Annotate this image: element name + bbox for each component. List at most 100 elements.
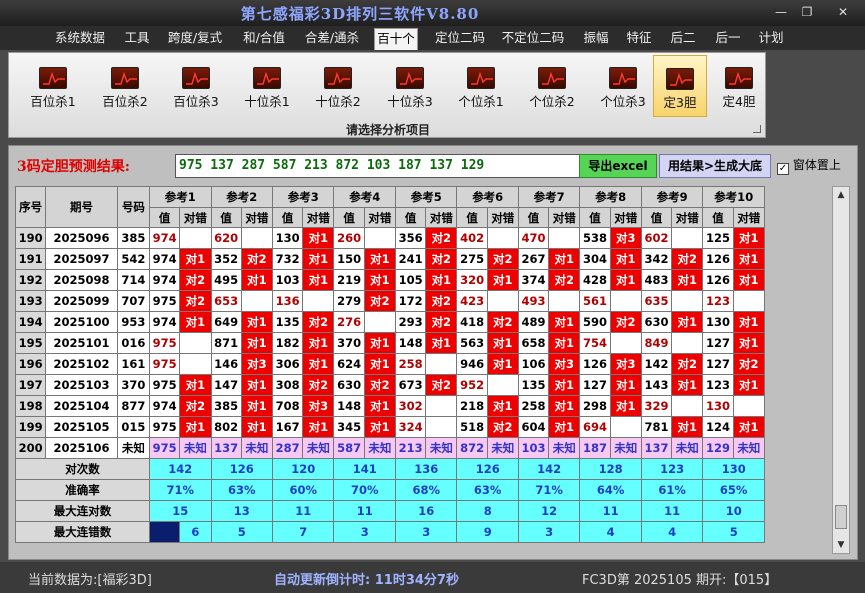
header-ref[interactable]: 参考5 — [394, 186, 458, 208]
scroll-thumb[interactable] — [835, 505, 847, 529]
pending-row[interactable]: 200 2025106 未知 975 未知 137 未知 287 未知 587 未知 213 未知 872… — [14, 437, 766, 459]
menu-item[interactable]: 百十个 — [374, 28, 418, 50]
header-ref[interactable]: 参考7 — [517, 186, 581, 208]
stats-row: 最大连对数 15 13 11 11 16 8 12 11 11 10 — [14, 500, 765, 522]
ref-hit-cell: 对1 — [363, 269, 396, 291]
result-field[interactable]: 975 137 287 587 213 872 103 187 137 129 — [175, 154, 585, 178]
menu-item[interactable]: 合差/通杀 — [302, 28, 362, 50]
ref-value-cell: 658 — [517, 332, 550, 354]
ribbon-button[interactable]: 十位杀2 — [306, 55, 370, 117]
ref-hit-cell — [671, 290, 704, 312]
row-period: 2025096 — [45, 227, 118, 249]
ref-value-cell: 324 — [394, 416, 427, 438]
table-row[interactable]: 195 2025101 016 975 871 对1 182 对1 370 对1 148 对1 563 对… — [14, 332, 766, 354]
stats-row: 准确率 71% 63% 60% 70% 68% 63% 71% 64% 61% 65% — [14, 479, 765, 501]
ref-value-cell: 849 — [640, 332, 673, 354]
header-ref[interactable]: 参考2 — [210, 186, 274, 208]
header-ref[interactable]: 参考8 — [579, 186, 642, 208]
table-row[interactable]: 198 2025104 877 974 对2 385 对1 708 对3 148 对1 302 218 对… — [14, 395, 766, 417]
ref-hit-cell: 对2 — [425, 290, 458, 312]
ref-value-cell: 306 — [271, 353, 304, 375]
ref-hit-cell: 对2 — [671, 248, 704, 270]
scroll-up-icon[interactable]: ▲ — [833, 187, 849, 203]
subheader-value: 值 — [149, 207, 181, 228]
ref-value-cell: 418 — [456, 311, 488, 333]
scroll-down-icon[interactable]: ▼ — [833, 537, 849, 553]
export-excel-button[interactable]: 导出excel — [579, 154, 657, 178]
ribbon-button[interactable]: 百位杀2 — [93, 55, 157, 117]
ref-value-cell: 975 — [149, 290, 181, 312]
menu-item[interactable]: 不定位二码 — [501, 28, 565, 50]
ribbon-button[interactable]: 百位杀3 — [164, 55, 228, 117]
menu-item[interactable]: 后二 — [668, 28, 698, 50]
ref-value-cell: 130 — [271, 227, 304, 249]
app-title: 第七感福彩3D排列三软件V8.80 — [240, 5, 480, 23]
ref-value-cell: 423 — [456, 290, 488, 312]
close-button[interactable]: ✕ — [832, 3, 854, 21]
ribbon-button[interactable]: 百位杀1 — [21, 55, 85, 117]
ref-hit-cell: 对1 — [363, 332, 396, 354]
ribbon-button[interactable]: 定3胆 — [653, 55, 707, 117]
header-ref[interactable]: 参考10 — [702, 186, 765, 208]
subheader-value: 值 — [210, 207, 242, 228]
ribbon-button[interactable]: 个位杀3 — [591, 55, 655, 117]
menu-item[interactable]: 和/合值 — [240, 28, 288, 50]
header-number[interactable]: 号码 — [116, 186, 151, 228]
menu-item[interactable]: 系统数据 — [55, 28, 105, 50]
header-ref[interactable]: 参考1 — [149, 186, 212, 208]
ref-hit-cell — [671, 332, 704, 354]
minimize-button[interactable]: — — [770, 3, 792, 21]
header-ref[interactable]: 参考6 — [456, 186, 519, 208]
ref-hit-cell: 对2 — [302, 311, 335, 333]
header-ref[interactable]: 参考3 — [271, 186, 335, 208]
menu-item[interactable]: 振幅 — [581, 28, 611, 50]
chart-icon — [182, 67, 210, 89]
table-row[interactable]: 196 2025102 161 975 146 对3 306 对1 624 对1 258 946 对1 1… — [14, 353, 766, 375]
ref-hit-cell — [548, 227, 581, 249]
header-ref[interactable]: 参考4 — [333, 186, 396, 208]
ribbon-expand-icon[interactable] — [753, 125, 761, 133]
menu-item[interactable]: 定位二码 — [432, 28, 488, 50]
stats-value: 70% — [333, 479, 396, 501]
ref-hit-cell: 对1 — [302, 332, 335, 354]
ref-value-cell: 483 — [640, 269, 673, 291]
generate-base-button[interactable]: 用结果>生成大底 — [659, 154, 771, 178]
maximize-button[interactable]: ❐ — [796, 3, 818, 21]
row-seq: 190 — [14, 227, 47, 249]
table-row[interactable]: 190 2025096 385 974 620 130 对1 260 356 对2 402 470 53… — [14, 227, 766, 249]
menu-item[interactable]: 计划 — [756, 28, 786, 50]
ref-hit-cell: 对1 — [486, 353, 519, 375]
table-row[interactable]: 194 2025100 953 974 对1 649 对1 135 对2 276 293 对2 418 对… — [14, 311, 766, 333]
ribbon-button[interactable]: 定4胆 — [712, 55, 766, 117]
header-seq[interactable]: 序号 — [14, 186, 47, 228]
table-row[interactable]: 199 2025105 015 975 对1 802 对1 167 对1 345 对1 324 518 对… — [14, 416, 766, 438]
ref-value-cell: 871 — [210, 332, 242, 354]
table-row[interactable]: 193 2025099 707 975 对2 653 136 279 对2 172 对2 423 493… — [14, 290, 766, 312]
table-row[interactable]: 197 2025103 370 975 对1 147 对1 308 对2 630 对2 673 对2 95… — [14, 374, 766, 396]
chart-icon — [253, 67, 281, 89]
menu-item[interactable]: 工具 — [122, 28, 152, 50]
table-row[interactable]: 191 2025097 542 974 对1 352 对2 732 对1 150 对1 241 对2 27… — [14, 248, 766, 270]
ribbon-button[interactable]: 个位杀1 — [449, 55, 513, 117]
checkbox-icon[interactable]: ✓ — [777, 163, 789, 175]
ribbon-button[interactable]: 十位杀1 — [235, 55, 299, 117]
ref-value-cell: 182 — [271, 332, 304, 354]
subheader-value: 值 — [579, 207, 611, 228]
table-row[interactable]: 192 2025098 714 974 对2 495 对1 103 对1 219 对1 105 对1 32… — [14, 269, 766, 291]
menu-item[interactable]: 特征 — [624, 28, 654, 50]
header-period[interactable]: 期号 — [45, 186, 118, 228]
ref-value-cell: 946 — [456, 353, 488, 375]
header-ref[interactable]: 参考9 — [640, 186, 704, 208]
stats-value: 60% — [271, 479, 335, 501]
stats-value: 11 — [333, 500, 396, 522]
ref-hit-cell — [486, 227, 519, 249]
ref-hit-cell: 对3 — [609, 353, 642, 375]
vertical-scrollbar[interactable]: ▲ ▼ — [832, 186, 850, 554]
ribbon-button[interactable]: 个位杀2 — [520, 55, 584, 117]
menu-item[interactable]: 后一 — [713, 28, 743, 50]
ribbon-button[interactable]: 十位杀3 — [378, 55, 442, 117]
menu-item[interactable]: 跨度/复式 — [165, 28, 225, 50]
topmost-checkbox[interactable]: ✓ 窗体置上 — [777, 156, 841, 175]
ref-value-cell: 493 — [517, 290, 550, 312]
stats-value: 11 — [579, 500, 642, 522]
